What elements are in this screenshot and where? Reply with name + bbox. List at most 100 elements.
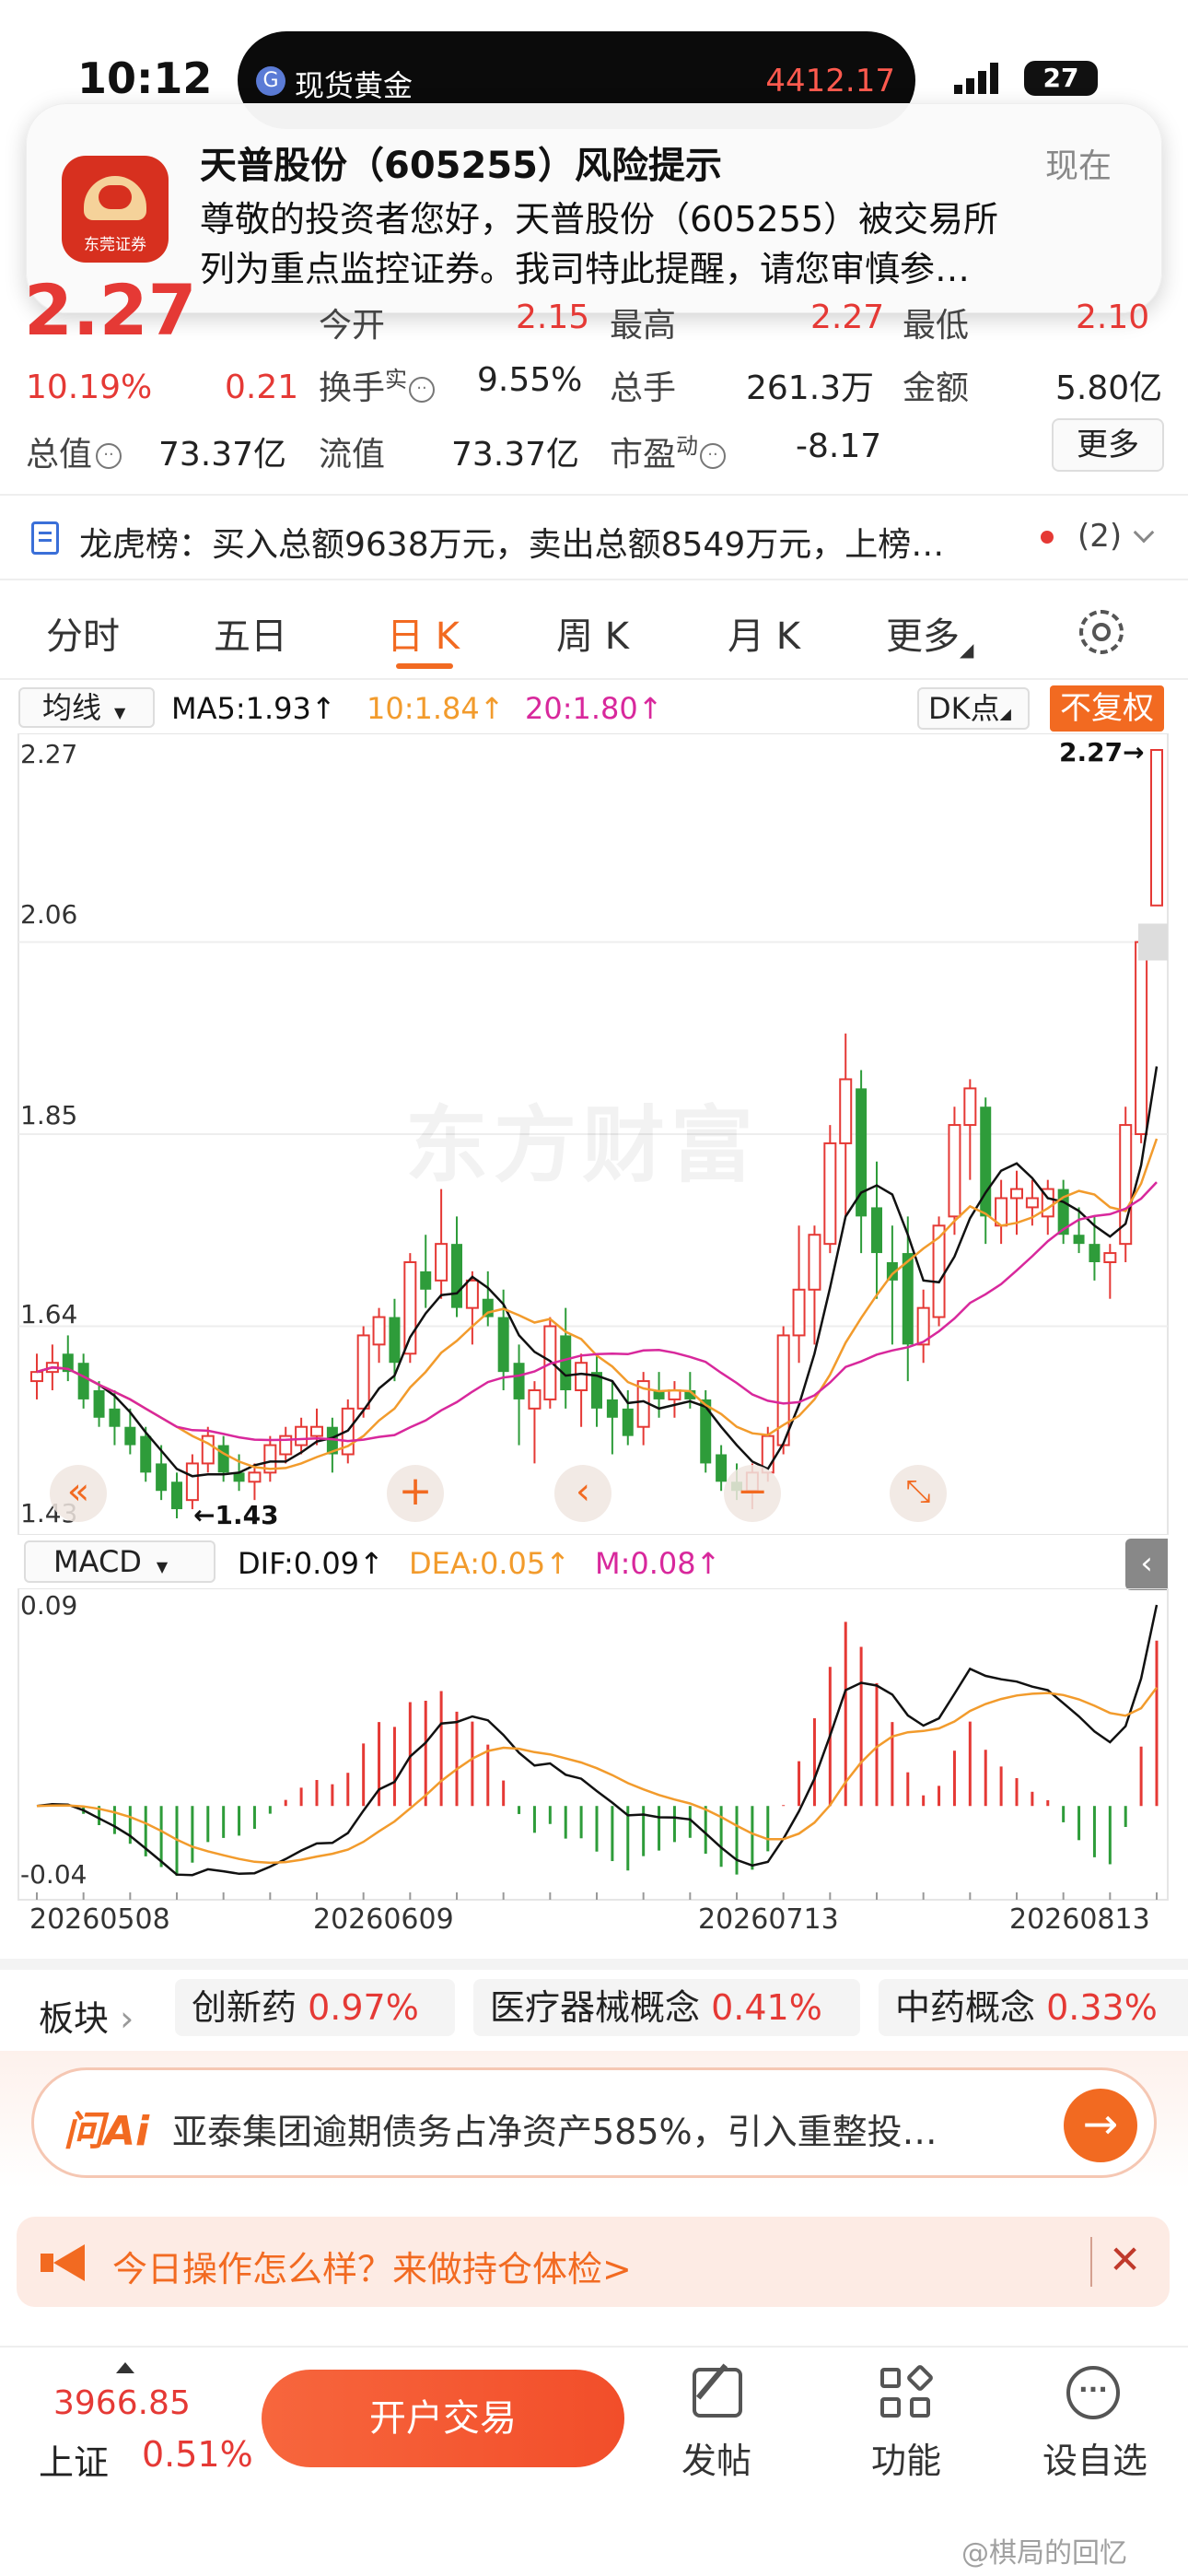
candle-body — [295, 1425, 309, 1446]
candle-body — [792, 1288, 806, 1337]
function-icon[interactable] — [880, 2363, 935, 2419]
macd-selector[interactable]: MACD ▼ — [24, 1540, 215, 1583]
date-label-0508: 20260508 — [29, 1903, 170, 1936]
dif-value: DIF:0.09↑ — [238, 1546, 384, 1581]
divider — [0, 1959, 1188, 1970]
macd-indicator-bar: MACD ▼ DIF:0.09↑ DEA:0.05↑ M:0.08↑ ‹ — [0, 1537, 1188, 1590]
candle-body — [248, 1471, 262, 1483]
close-icon[interactable]: ✕ — [1109, 2237, 1141, 2282]
gear-icon[interactable] — [1079, 610, 1124, 654]
date-label-0609: 20260609 — [313, 1903, 454, 1936]
candle-body — [451, 1244, 462, 1308]
macd-chart[interactable] — [0, 1588, 1188, 1902]
fullscreen-icon[interactable]: ⤡ — [890, 1465, 947, 1522]
candle-body — [622, 1408, 634, 1436]
candle-body — [575, 1362, 588, 1392]
current-price: 2.27 — [24, 269, 197, 351]
ai-search-bar[interactable]: 问Ai 亚泰集团逾期债务占净资产585%，引入重整投… → — [31, 2067, 1157, 2178]
candle-body — [77, 1363, 89, 1399]
ma-selector[interactable]: 均线 ▼ — [18, 687, 155, 728]
candle-body — [839, 1078, 853, 1144]
index-value[interactable]: 3966.85 — [53, 2384, 191, 2422]
tab-week-k[interactable]: 周 K — [556, 606, 629, 660]
tab-more[interactable]: 更多◢ — [886, 606, 973, 661]
volume-label: 总手 — [610, 369, 677, 407]
candle-body — [823, 1142, 837, 1246]
scroll-left-icon[interactable]: « — [50, 1465, 107, 1522]
candle-body — [217, 1445, 229, 1473]
ma10-value: 10:1.84↑ — [367, 691, 505, 726]
macd-axis-top: 0.09 — [20, 1590, 78, 1621]
high-label: 最高 — [610, 307, 677, 345]
status-time: 10:12 — [77, 53, 213, 103]
zoom-out-icon[interactable]: − — [724, 1465, 781, 1522]
zoom-in-icon[interactable]: + — [387, 1465, 444, 1522]
tab-active-underline — [396, 663, 453, 669]
function-label[interactable]: 功能 — [871, 2432, 941, 2483]
lhb-count: (2) — [1077, 518, 1123, 555]
island-label: 现货黄金 — [295, 68, 413, 103]
sector-chip[interactable]: 医疗器械概念 0.41% — [473, 1979, 860, 2036]
trade-button[interactable]: 开户交易 — [262, 2370, 624, 2467]
sector-chip[interactable]: 中药概念 0.33% — [879, 1979, 1188, 2036]
candle-body — [156, 1463, 168, 1492]
alert-dot-icon — [1041, 531, 1054, 544]
price-axis-label-2.06: 2.06 — [20, 899, 78, 930]
sector-chip[interactable]: 创新药 0.97% — [175, 1979, 455, 2036]
candle-body — [465, 1279, 479, 1309]
candle-body — [1103, 1252, 1117, 1263]
date-label-0813: 20260813 — [1009, 1903, 1150, 1936]
notification-time: 现在 — [1044, 147, 1112, 185]
candle-body — [948, 1124, 961, 1218]
price-axis-label-1.64: 1.64 — [20, 1299, 78, 1329]
dk-point-button[interactable]: DK点◢ — [917, 687, 1030, 730]
promo-banner[interactable]: 今日操作怎么样？来做持仓体检> ✕ — [17, 2217, 1170, 2307]
ma-indicator-bar: 均线 ▼ MA5:1.93↑ 10:1.84↑ 20:1.80↑ DK点◢ 不复权 — [0, 682, 1188, 733]
tab-intraday[interactable]: 分时 — [46, 606, 120, 660]
battery-icon: 27 — [1024, 61, 1098, 96]
candle-body — [1089, 1244, 1101, 1262]
post-label[interactable]: 发帖 — [681, 2432, 751, 2483]
candle-body — [1135, 941, 1148, 1135]
candle-body — [963, 1087, 977, 1127]
collapse-panel-icon[interactable]: ‹ — [1125, 1539, 1168, 1590]
post-icon[interactable] — [693, 2363, 742, 2418]
amount-value: 5.80亿 — [1055, 369, 1163, 407]
step-back-icon[interactable]: ‹ — [554, 1465, 611, 1522]
app-logo-text: 东莞证券 — [84, 236, 146, 254]
candle-body — [1073, 1235, 1085, 1245]
candle-body — [124, 1426, 136, 1446]
lhb-row[interactable]: 龙虎榜：买入总额9638万元，卖出总额8549万元，上榜… (2) — [0, 503, 1188, 573]
candle-body — [1010, 1188, 1023, 1200]
app-logo-icon: 东莞证券 — [62, 156, 169, 263]
candle-body — [700, 1399, 712, 1464]
change-amount: 0.21 — [225, 369, 299, 406]
tab-day-k[interactable]: 日 K — [387, 606, 460, 660]
divider — [0, 678, 1188, 680]
candle-body — [140, 1435, 152, 1473]
gold-icon: G — [256, 66, 285, 96]
document-icon — [31, 521, 59, 555]
candle-body — [171, 1481, 182, 1510]
tab-5day[interactable]: 五日 — [214, 606, 287, 660]
tab-month-k[interactable]: 月 K — [728, 606, 800, 660]
arrow-right-icon[interactable]: → — [1064, 2089, 1137, 2162]
candle-body — [372, 1316, 386, 1346]
low-marker: ←1.43 — [193, 1500, 279, 1530]
candle-body — [93, 1390, 105, 1418]
high-marker: 2.27→ — [1059, 737, 1145, 767]
adjust-button[interactable]: 不复权 — [1050, 685, 1164, 732]
index-percent: 0.51% — [142, 2434, 253, 2475]
battery-level: 27 — [1042, 63, 1079, 93]
price-axis-label-2.27: 2.27 — [20, 739, 78, 769]
candle-body — [310, 1425, 323, 1437]
add-watchlist-label[interactable]: 设自选 — [1042, 2432, 1147, 2483]
lhb-text: 龙虎榜：买入总额9638万元，卖出总额8549万元，上榜… — [79, 526, 945, 564]
latest-price-marker — [1138, 923, 1168, 961]
divider — [0, 579, 1188, 580]
candle-body — [435, 1243, 448, 1282]
more-button[interactable]: 更多 — [1052, 418, 1164, 472]
add-watchlist-icon[interactable]: ··· — [1066, 2366, 1120, 2419]
divider — [0, 494, 1188, 496]
sector-label[interactable]: 板块 › — [39, 1990, 134, 2041]
